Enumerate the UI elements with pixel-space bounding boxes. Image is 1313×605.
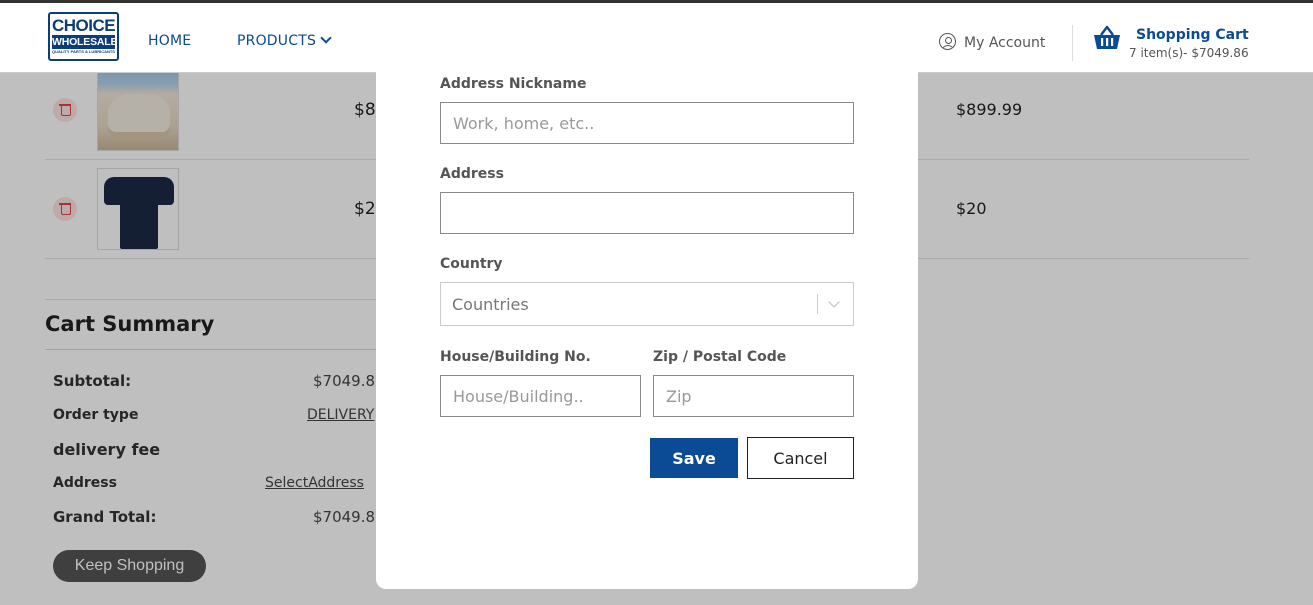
cart-item-summary: 7 item(s)- $7049.86 xyxy=(1129,46,1249,60)
chevron-down-icon xyxy=(320,32,332,44)
choice-wholesale-logo[interactable]: CHOICE WHOLESALE QUALITY PARTS & LUBRICA… xyxy=(48,12,119,61)
country-select[interactable]: Countries xyxy=(440,282,854,326)
nav-products[interactable]: PRODUCTS xyxy=(237,32,332,49)
add-address-modal: Address Nickname Address Country Countri… xyxy=(376,40,918,589)
house-number-label: House/Building No. xyxy=(440,349,591,365)
my-account-label: My Account xyxy=(964,35,1046,51)
cancel-button[interactable]: Cancel xyxy=(747,437,854,479)
country-label: Country xyxy=(440,256,503,272)
user-circle-icon xyxy=(939,33,956,50)
save-button[interactable]: Save xyxy=(650,438,738,478)
basket-icon[interactable] xyxy=(1093,25,1121,51)
address-nickname-input[interactable] xyxy=(440,102,854,144)
nav-products-label: PRODUCTS xyxy=(237,33,317,49)
logo-text: WHOLESALE xyxy=(52,35,118,49)
my-account-link[interactable]: My Account xyxy=(939,33,1045,51)
country-select-value: Countries xyxy=(452,295,529,314)
shopping-cart-title[interactable]: Shopping Cart xyxy=(1136,27,1249,43)
zip-code-label: Zip / Postal Code xyxy=(653,349,787,365)
header-divider xyxy=(1072,25,1073,61)
logo-text: CHOICE xyxy=(51,16,116,35)
address-nickname-label: Address Nickname xyxy=(440,76,587,92)
logo-tagline: QUALITY PARTS & LUBRICANTS xyxy=(52,49,115,54)
chevron-down-icon[interactable] xyxy=(828,296,840,308)
nav-home[interactable]: HOME xyxy=(148,33,191,49)
address-input[interactable] xyxy=(440,192,854,234)
address-label: Address xyxy=(440,166,504,182)
select-separator xyxy=(817,294,818,314)
zip-code-input[interactable] xyxy=(653,375,854,417)
house-number-input[interactable] xyxy=(440,375,641,417)
